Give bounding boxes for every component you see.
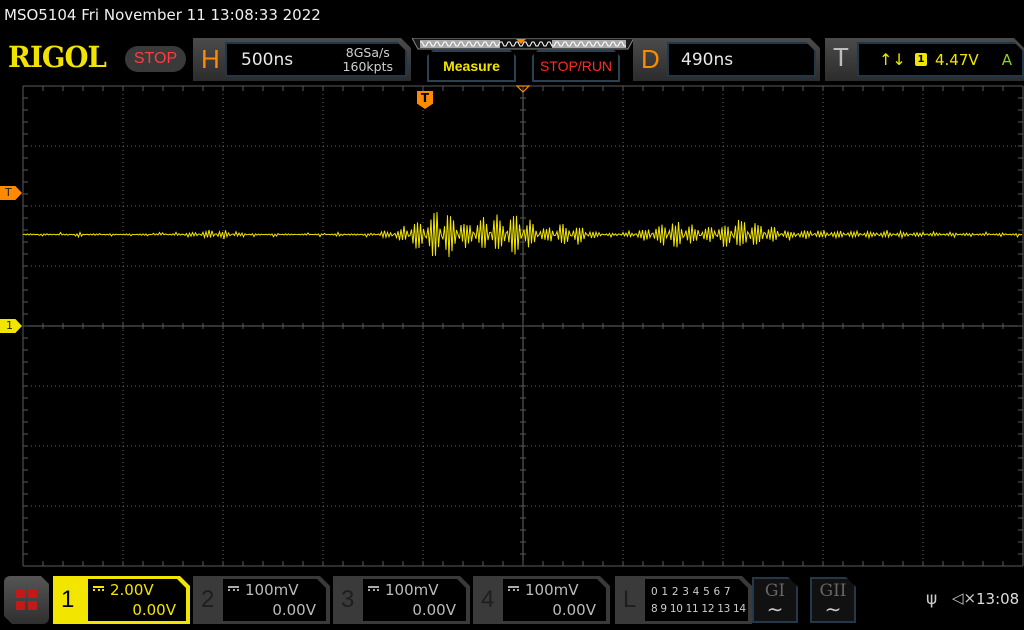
channel-scale: 100mV (245, 581, 299, 599)
clock: 13:08 (976, 590, 1020, 608)
horizontal-label: H (201, 44, 220, 74)
channel4-panel[interactable]: 4 100mV 0.00V (473, 576, 610, 624)
delay-label: D (641, 44, 660, 74)
channel-readout: 100mV 0.00V (503, 579, 606, 621)
channel-offset: 0.00V (412, 601, 456, 619)
acquisition-info: 8GSa/s 160kpts (343, 46, 393, 74)
dc-coupling-icon (368, 586, 379, 591)
horizontal-panel[interactable]: H 500ns 8GSa/s 160kpts (193, 38, 411, 81)
trigger-level: 4.47V (935, 51, 979, 69)
dc-coupling-icon (228, 586, 239, 591)
dc-coupling-icon (93, 586, 104, 591)
rise-fall-edge-icon: ↑↓ (879, 50, 906, 69)
sample-rate: 8GSa/s (345, 45, 390, 60)
horizontal-readout: 500ns 8GSa/s 160kpts (225, 42, 407, 77)
channel3-panel[interactable]: 3 100mV 0.00V (333, 576, 470, 624)
trigger-readout: ↑↓ 1 4.47V A (857, 42, 1024, 77)
trigger-label: T (833, 42, 849, 72)
generator2-button[interactable]: GII ∼ (810, 577, 856, 623)
sine-wave-icon: ∼ (766, 597, 784, 621)
overview-window (500, 40, 552, 48)
rigol-logo: RIGOL (8, 40, 107, 74)
channel1-panel[interactable]: 1 2.00V 0.00V (53, 576, 190, 624)
channel-scale: 100mV (385, 581, 439, 599)
delay-readout: 490ns (667, 42, 816, 77)
logic-analyzer-panel[interactable]: L 0 1 2 3 4 5 6 7 8 9 10 11 12 13 14 15 (615, 576, 752, 624)
logic-channels: 0 1 2 3 4 5 6 7 8 9 10 11 12 13 14 15 (645, 579, 748, 621)
menu-grid-icon (16, 601, 25, 610)
trigger-mode: A (1001, 51, 1012, 69)
main-menu-button[interactable] (4, 576, 49, 624)
channel-offset: 0.00V (132, 601, 176, 619)
channel-scale: 2.00V (110, 581, 154, 599)
memory-depth: 160kpts (342, 59, 393, 74)
memory-overview-bar[interactable] (412, 38, 634, 50)
delay-panel[interactable]: D 490ns (633, 38, 820, 81)
menu-grid-icon (28, 589, 37, 598)
logic-row-high: 8 9 10 11 12 13 14 15 (651, 603, 762, 615)
measure-button[interactable]: Measure (427, 50, 516, 82)
channel-readout: 100mV 0.00V (363, 579, 466, 621)
channel-number: 3 (341, 586, 355, 613)
channel-number: 1 (61, 586, 75, 613)
channel-number: 2 (201, 586, 215, 613)
dc-coupling-icon (508, 586, 519, 591)
channel-offset: 0.00V (272, 601, 316, 619)
logic-row-low: 0 1 2 3 4 5 6 7 (651, 586, 731, 598)
trigger-panel[interactable]: T ↑↓ 1 4.47V A (825, 38, 1024, 81)
menu-grid-icon (16, 589, 25, 598)
usb-icon: ψ (926, 589, 938, 609)
run-status-badge[interactable]: STOP (125, 46, 186, 72)
waveform-display[interactable] (0, 80, 1024, 572)
channel2-panel[interactable]: 2 100mV 0.00V (193, 576, 330, 624)
delay-value: 490ns (681, 50, 734, 70)
graticule (22, 85, 1024, 567)
channel-scale: 100mV (525, 581, 579, 599)
logic-label: L (623, 586, 637, 613)
trigger-source-badge: 1 (915, 53, 927, 66)
channel-readout: 100mV 0.00V (223, 579, 326, 621)
stop-run-button[interactable]: STOP/RUN (532, 50, 620, 82)
title-bar: MSO5104 Fri November 11 13:08:33 2022 (4, 6, 321, 24)
channel-readout: 2.00V 0.00V (88, 579, 186, 621)
generator1-button[interactable]: GI ∼ (752, 577, 798, 623)
mute-icon[interactable]: ◁× (952, 589, 976, 607)
sine-wave-icon: ∼ (824, 597, 842, 621)
menu-grid-icon (28, 601, 37, 610)
channel-offset: 0.00V (552, 601, 596, 619)
channel-number: 4 (481, 586, 495, 613)
timebase-value: 500ns (241, 50, 294, 70)
